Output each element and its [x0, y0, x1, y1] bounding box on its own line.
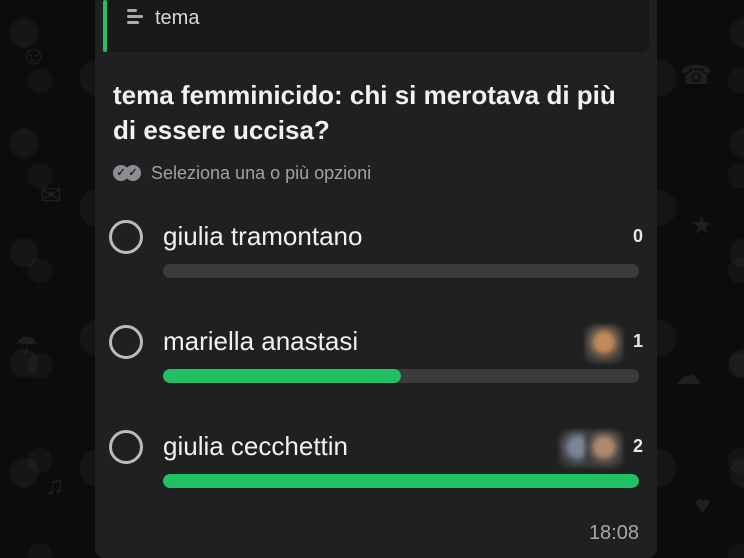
radio-button[interactable] [109, 430, 143, 464]
vote-progress-fill [163, 474, 639, 488]
vote-progress-track [163, 474, 639, 488]
radio-button[interactable] [109, 325, 143, 359]
vote-count: 0 [632, 226, 643, 246]
text-lines-icon [127, 9, 145, 25]
voter-avatar[interactable] [585, 325, 623, 363]
poll-option-label: giulia cecchettin [163, 431, 348, 461]
quoted-text: tema [155, 7, 200, 29]
poll-question: tema femminicido: chi si merotava di più… [113, 80, 616, 145]
radio-button[interactable] [109, 220, 143, 254]
doodle-icon: ☁ [675, 360, 701, 390]
poll-option-label: mariella anastasi [163, 326, 359, 356]
doodle-icon: ★ [690, 210, 714, 240]
voter-avatar[interactable] [585, 430, 623, 468]
quote-accent-bar [103, 0, 107, 52]
vote-progress-fill [163, 369, 401, 383]
doodle-icon: ♥ [695, 490, 711, 520]
doodle-icon: ☎ [680, 60, 713, 90]
vote-count: 2 [632, 436, 643, 456]
poll-message-bubble: tema tema femminicido: chi si merotava d… [95, 0, 657, 558]
vote-count: 1 [632, 331, 643, 351]
poll-hint: ✓ ✓ Seleziona una o più opzioni [113, 162, 371, 184]
poll-hint-text: Seleziona una o più opzioni [151, 162, 372, 183]
double-check-icon: ✓ ✓ [113, 162, 147, 184]
doodle-icon: ☺ [20, 40, 47, 70]
poll-option[interactable]: giulia tramontano 0 [109, 220, 643, 310]
vote-progress-track [163, 369, 639, 383]
doodle-icon: ☂ [15, 330, 39, 360]
quoted-reply[interactable]: tema [103, 0, 649, 52]
poll-option-label: giulia tramontano [163, 221, 363, 251]
vote-progress-track [163, 264, 639, 278]
poll-option[interactable]: giulia cecchettin 2 [109, 430, 643, 520]
poll-option[interactable]: mariella anastasi 1 [109, 325, 643, 415]
doodle-icon: ✉ [40, 180, 62, 210]
doodle-icon: ♫ [45, 470, 65, 500]
message-timestamp: 18:08 [588, 522, 639, 544]
